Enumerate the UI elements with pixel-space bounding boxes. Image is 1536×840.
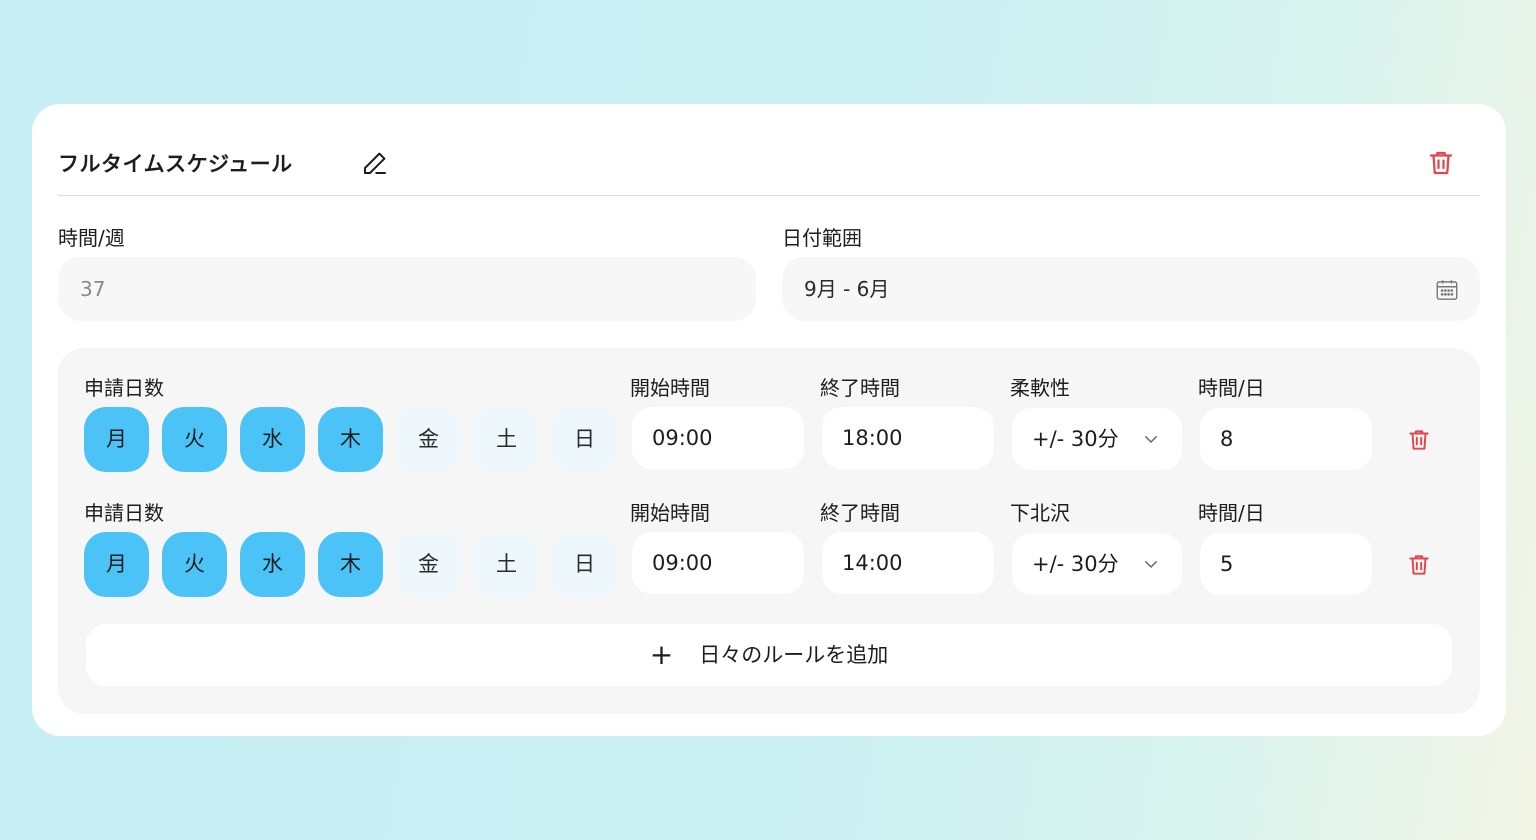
hours-per-day-label: 時間/日 [1198, 376, 1265, 400]
flexibility-select[interactable]: +/- 30分 [1012, 533, 1182, 595]
trash-icon [1409, 555, 1429, 575]
day-toggle-mon[interactable]: 月 [84, 532, 149, 597]
date-range-value: 9月 - 6月 [804, 277, 890, 301]
hours-per-day-label: 時間/日 [1198, 501, 1265, 525]
day-toggle-sat[interactable]: 土 [474, 532, 539, 597]
end-time-input[interactable]: 14:00 [822, 532, 994, 594]
date-range-label: 日付範囲 [782, 226, 862, 250]
flexibility-select[interactable]: +/- 30分 [1012, 408, 1182, 470]
start-time-input[interactable]: 09:00 [632, 407, 804, 469]
hours-per-week-field[interactable] [58, 257, 756, 321]
end-time-label: 終了時間 [820, 501, 900, 525]
day-toggle-fri[interactable]: 金 [396, 532, 461, 597]
add-daily-rule-button[interactable]: + 日々のルールを追加 [86, 624, 1452, 686]
day-toggle-tue[interactable]: 火 [162, 407, 227, 472]
day-toggle-sat[interactable]: 土 [474, 407, 539, 472]
hours-per-day-input[interactable]: 8 [1200, 408, 1372, 470]
date-range-field[interactable]: 9月 - 6月 [782, 257, 1480, 321]
day-toggle-sun[interactable]: 日 [552, 407, 617, 472]
delete-rule-button[interactable] [1406, 425, 1432, 455]
day-toggle-sun[interactable]: 日 [552, 532, 617, 597]
day-toggle-thu[interactable]: 木 [318, 532, 383, 597]
start-time-label: 開始時間 [630, 376, 710, 400]
start-time-input[interactable]: 09:00 [632, 532, 804, 594]
hours-per-day-input[interactable]: 5 [1200, 533, 1372, 595]
trash-icon [1409, 430, 1429, 450]
start-time-label: 開始時間 [630, 501, 710, 525]
chevron-down-icon [1145, 436, 1157, 444]
end-time-input[interactable]: 18:00 [822, 407, 994, 469]
add-rule-label: 日々のルールを追加 [699, 643, 889, 667]
calendar-icon[interactable] [1434, 277, 1460, 303]
chevron-down-icon [1145, 561, 1157, 569]
schedule-title: フルタイムスケジュール [58, 152, 293, 176]
day-toggle-tue[interactable]: 火 [162, 532, 227, 597]
day-toggle-wed[interactable]: 水 [240, 532, 305, 597]
days-label: 申請日数 [84, 376, 164, 400]
day-toggle-wed[interactable]: 水 [240, 407, 305, 472]
plus-icon: + [649, 638, 674, 671]
trash-icon [1429, 151, 1453, 175]
hours-per-week-label: 時間/週 [58, 226, 125, 250]
day-toggle-thu[interactable]: 木 [318, 407, 383, 472]
day-toggle-mon[interactable]: 月 [84, 407, 149, 472]
flexibility-value: +/- 30分 [1032, 427, 1119, 451]
pencil-icon [364, 152, 386, 174]
edit-title-button[interactable] [360, 148, 390, 178]
flexibility-label: 柔軟性 [1010, 376, 1070, 400]
end-time-label: 終了時間 [820, 376, 900, 400]
schedule-card: フルタイムスケジュール 時間/週 日付範囲 9月 - 6月 申請日数 月 火 [32, 104, 1506, 736]
delete-schedule-button[interactable] [1426, 148, 1456, 178]
flexibility-value: +/- 30分 [1032, 552, 1119, 576]
hours-per-week-input[interactable] [80, 277, 689, 301]
day-toggle-fri[interactable]: 金 [396, 407, 461, 472]
daily-rules-panel: 申請日数 月 火 水 木 金 土 日 開始時間 09:00 終了時間 18:00… [58, 348, 1480, 714]
days-label: 申請日数 [84, 501, 164, 525]
card-header: フルタイムスケジュール [58, 132, 1480, 196]
flexibility-label: 下北沢 [1010, 501, 1070, 525]
delete-rule-button[interactable] [1406, 550, 1432, 580]
